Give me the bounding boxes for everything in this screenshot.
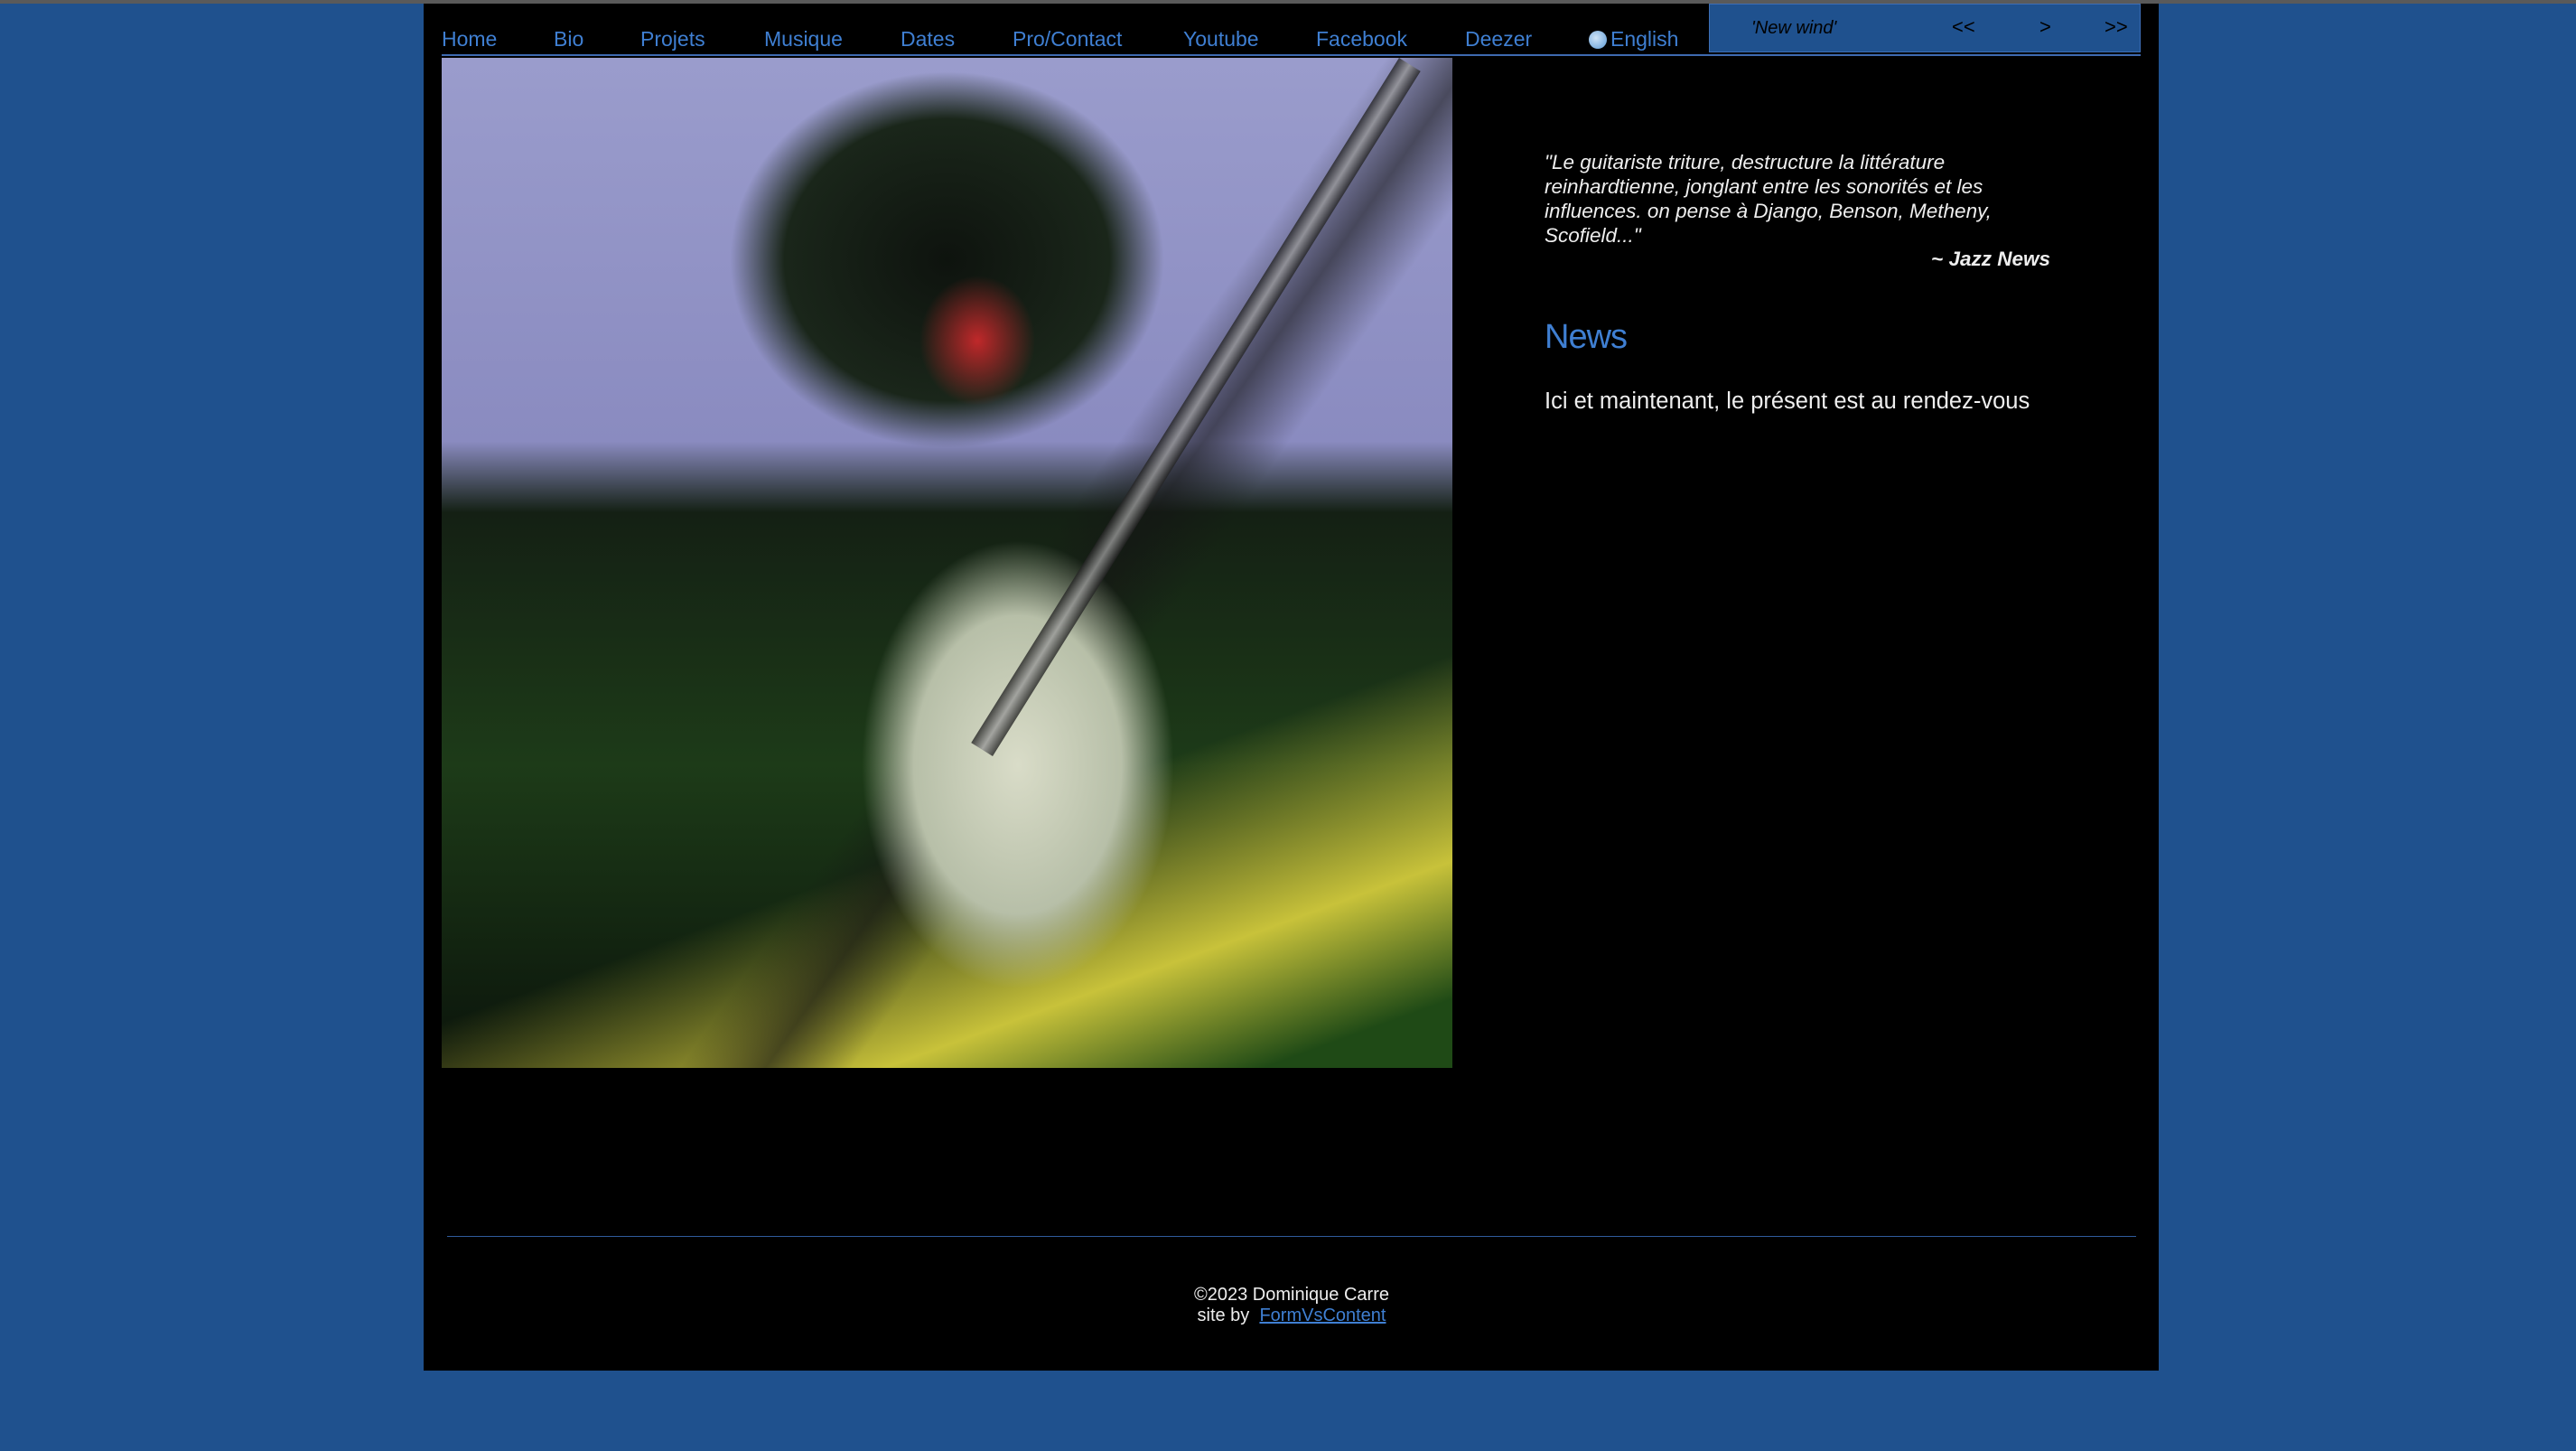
page-container: Home Bio Projets Musique Dates Pro/Conta…: [424, 4, 2159, 1371]
nav-home[interactable]: Home: [442, 23, 497, 54]
footer-divider: [447, 1236, 2136, 1237]
globe-icon: [1589, 31, 1607, 49]
nav-musique[interactable]: Musique: [764, 23, 843, 54]
guitarist-photo: [442, 58, 1452, 1068]
nav-deezer[interactable]: Deezer: [1465, 23, 1532, 54]
guitar-neck: [971, 58, 1421, 757]
language-switch[interactable]: English: [1589, 23, 1678, 54]
news-text: Ici et maintenant, le présent est au ren…: [1545, 388, 2030, 414]
footer: ©2023 Dominique Carre site by FormVsCont…: [424, 1285, 2160, 1326]
first-track-button[interactable]: <<: [1952, 15, 1975, 39]
nav-divider: [442, 54, 2141, 56]
site-by-label: site by: [1197, 1306, 1250, 1325]
news-heading: News: [1545, 318, 1628, 356]
nav-pro-contact[interactable]: Pro/Contact: [1013, 23, 1122, 54]
nav-bio[interactable]: Bio: [554, 23, 583, 54]
nav-dates[interactable]: Dates: [901, 23, 955, 54]
press-quote: "Le guitariste triture, destructure la l…: [1545, 151, 1992, 247]
nav-facebook[interactable]: Facebook: [1316, 23, 1407, 54]
language-label: English: [1610, 27, 1679, 51]
track-title: 'New wind': [1751, 18, 1837, 38]
nav-projets[interactable]: Projets: [640, 23, 705, 54]
last-track-button[interactable]: >>: [2105, 15, 2128, 39]
nav-youtube[interactable]: Youtube: [1183, 23, 1259, 54]
quote-source: ~ Jazz News: [1931, 248, 2050, 270]
copyright: ©2023 Dominique Carre: [1194, 1285, 1389, 1305]
credit-link[interactable]: FormVsContent: [1259, 1306, 1386, 1325]
next-track-button[interactable]: >: [2039, 15, 2051, 39]
audio-player: 'New wind' << > >>: [1709, 4, 2141, 52]
